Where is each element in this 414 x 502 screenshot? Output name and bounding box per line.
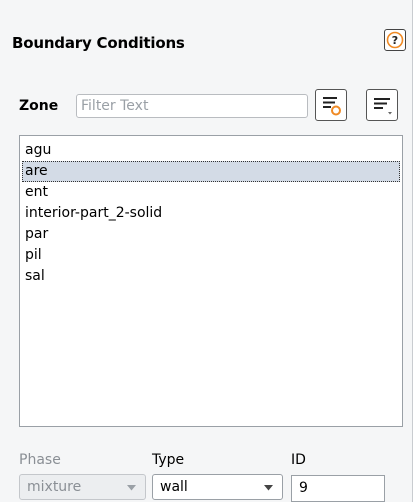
zone-list-item[interactable]: sal xyxy=(22,266,400,287)
help-question-icon: ? xyxy=(386,31,404,49)
type-label: Type xyxy=(152,452,185,468)
phase-dropdown: mixture xyxy=(19,474,146,500)
zone-list-item[interactable]: ent xyxy=(22,182,400,203)
help-button[interactable]: ? xyxy=(384,29,406,51)
filter-list-icon xyxy=(323,97,341,116)
id-field[interactable]: 9 xyxy=(291,475,385,502)
chevron-down-icon xyxy=(127,485,136,491)
list-options-icon xyxy=(374,98,392,115)
id-label: ID xyxy=(291,452,306,468)
zone-list-item[interactable]: interior-part_2-solid xyxy=(22,203,400,224)
zone-list-item[interactable]: agu xyxy=(22,140,400,161)
panel-title: Boundary Conditions xyxy=(12,34,185,52)
type-value: wall xyxy=(160,479,188,495)
zone-list[interactable]: agu are ent interior-part_2-solid par pi… xyxy=(19,135,403,427)
zone-list-item[interactable]: par xyxy=(22,224,400,245)
chevron-down-icon xyxy=(264,485,273,491)
zone-list-options-button[interactable] xyxy=(366,89,398,121)
phase-value: mixture xyxy=(27,479,82,495)
phase-label: Phase xyxy=(19,452,61,468)
type-dropdown[interactable]: wall xyxy=(152,474,283,500)
zone-list-item-selected[interactable]: are xyxy=(22,161,400,182)
zone-label: Zone xyxy=(19,98,59,114)
boundary-conditions-panel: Boundary Conditions ? Zone agu are ent i… xyxy=(0,0,413,502)
svg-text:?: ? xyxy=(392,34,398,47)
zone-filter-button[interactable] xyxy=(315,89,347,121)
zone-list-item[interactable]: pil xyxy=(22,245,400,266)
zone-filter-input[interactable] xyxy=(76,94,308,118)
